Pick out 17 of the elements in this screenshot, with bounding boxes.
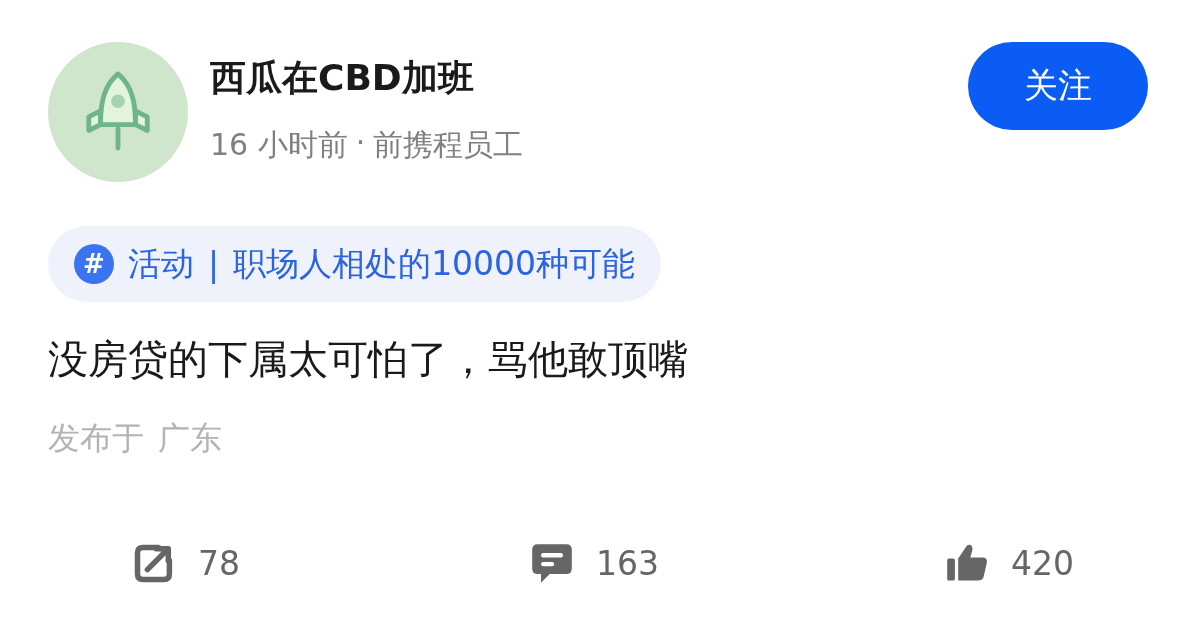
author-role: 前携程员工 [373,126,524,164]
stat-count: 78 [198,543,240,583]
topic-category: 活动 [128,242,194,285]
post-time: 16 小时前 [210,126,348,164]
hashtag-icon: # [74,244,114,284]
topic-title: 职场人相处的10000种可能 [233,242,636,285]
author-name[interactable]: 西瓜在CBD加班 [210,54,968,103]
location-name: 广东 [158,418,222,459]
location-label: 发布于 [48,418,144,459]
topic-divider: | [208,244,220,284]
topic-tag[interactable]: # 活动 | 职场人相处的10000种可能 [48,226,662,302]
follow-button[interactable]: 关注 [968,42,1148,130]
separator-dot: · [355,125,366,162]
post-text: 没房贷的下属太可怕了，骂他敢顶嘴 [48,335,689,384]
comment-icon[interactable] [530,541,574,585]
stat-count: 163 [596,543,659,583]
stat-count: 420 [1011,543,1074,583]
